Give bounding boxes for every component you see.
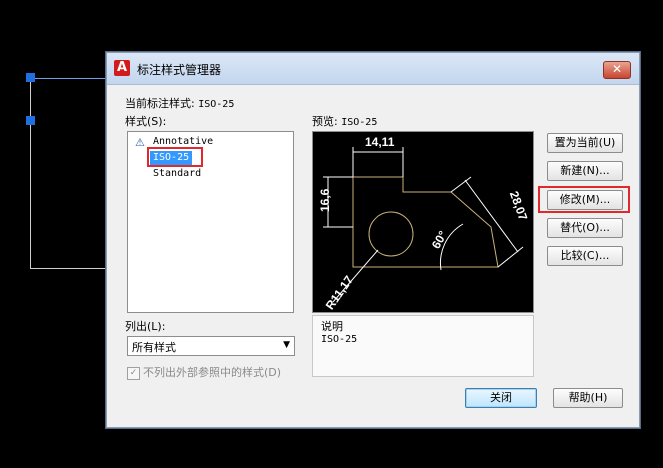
close-button[interactable]: 关闭 [465, 388, 537, 408]
annotative-icon: ⚠ [135, 136, 145, 149]
list-filter-label: 列出(L): [125, 320, 166, 333]
description-box: 说明 ISO-25 [312, 315, 534, 377]
preview-canvas: 14,11 16,6 28,07 60° R11,17 [312, 131, 534, 313]
preview-style: ISO-25 [341, 117, 378, 128]
exclude-xref-checkbox[interactable]: ✓ [127, 366, 140, 380]
cad-line [30, 78, 108, 79]
new-button[interactable]: 新建(N)... [547, 161, 623, 181]
modify-highlight-box [538, 186, 630, 213]
chevron-down-icon: ▼ [283, 340, 290, 350]
cad-line [30, 78, 31, 268]
close-window-button[interactable]: ✕ [603, 61, 631, 79]
override-button[interactable]: 替代(O)... [547, 218, 623, 238]
highlight-box [147, 147, 203, 167]
list-item-standard[interactable]: Standard [150, 167, 204, 181]
dimension-style-manager-dialog: A 标注样式管理器 ✕ 当前标注样式: ISO-25 样式(S): ⚠ Anno… [106, 52, 640, 428]
dim-left-label: 16,6 [318, 188, 332, 212]
dim-top-label: 14,11 [365, 135, 395, 149]
exclude-xref-option[interactable]: ✓ 不列出外部参照中的样式(D) [127, 364, 281, 380]
title-bar[interactable]: A 标注样式管理器 ✕ [107, 53, 639, 85]
description-label: 说明 [321, 320, 343, 333]
current-style-value: ISO-25 [198, 99, 235, 110]
preview-label: 预览: [312, 115, 338, 128]
window-title: 标注样式管理器 [137, 63, 222, 77]
dim-radius-label: R11,17 [323, 273, 356, 312]
help-button[interactable]: 帮助(H) [553, 388, 623, 408]
cad-line [30, 268, 108, 269]
dim-right-label: 28,07 [507, 189, 531, 222]
compare-button[interactable]: 比较(C)... [547, 246, 623, 266]
part-hole [368, 211, 414, 257]
description-text: ISO-25 [321, 334, 358, 345]
current-style-row: 当前标注样式: ISO-25 [125, 95, 234, 111]
styles-label: 样式(S): [125, 115, 167, 128]
grip-handle[interactable] [26, 116, 35, 125]
list-filter-select[interactable]: 所有样式 ▼ [127, 336, 295, 356]
list-filter-value: 所有样式 [132, 341, 176, 354]
autocad-logo-icon: A [114, 60, 130, 76]
grip-handle[interactable] [26, 73, 35, 82]
styles-list[interactable]: ⚠ Annotative ISO-25 Standard [127, 131, 294, 313]
set-current-button[interactable]: 置为当前(U) [547, 133, 623, 153]
preview-label-row: 预览: ISO-25 [312, 113, 377, 129]
current-style-label: 当前标注样式: [125, 97, 195, 110]
exclude-xref-label: 不列出外部参照中的样式(D) [143, 366, 282, 379]
preview-drawing: 14,11 16,6 28,07 60° R11,17 [318, 135, 531, 312]
dim-angle-label: 60° [429, 228, 450, 251]
